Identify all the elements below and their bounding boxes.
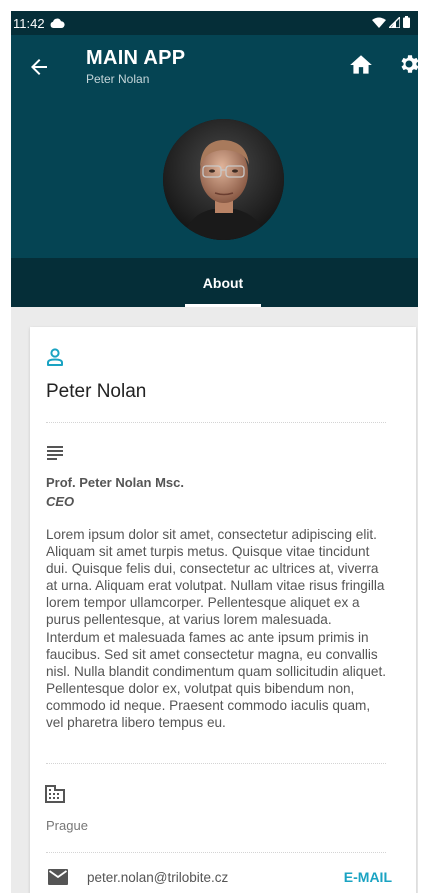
- tab-indicator: [185, 304, 261, 307]
- back-button[interactable]: [27, 55, 51, 79]
- profile-bio: Lorem ipsum dolor sit amet, consectetur …: [46, 527, 387, 731]
- status-right: [372, 14, 410, 31]
- divider: [46, 852, 386, 853]
- building-icon: [45, 785, 65, 803]
- profile-name: Peter Nolan: [46, 381, 147, 402]
- battery-icon: [403, 15, 410, 31]
- app-title: MAIN APP: [86, 47, 186, 69]
- home-icon: [350, 55, 372, 74]
- cloud-icon: [50, 16, 65, 31]
- app-subtitle: Peter Nolan: [86, 72, 150, 86]
- divider: [46, 763, 386, 764]
- avatar-portrait: [163, 119, 284, 240]
- gear-icon: [401, 55, 418, 73]
- profile-card: Peter Nolan Prof. Peter Nolan Msc. CEO L…: [30, 327, 416, 893]
- home-button[interactable]: [348, 52, 374, 78]
- email-address: peter.nolan@trilobite.cz: [87, 870, 229, 885]
- profile-city: Prague: [46, 818, 88, 833]
- email-row[interactable]: peter.nolan@trilobite.cz E-MAIL: [46, 867, 392, 891]
- notes-icon: [47, 446, 63, 460]
- divider: [46, 422, 386, 423]
- phone-screen: 11:42 MAIN APP Peter Nolan About Peter N…: [11, 11, 418, 893]
- mail-icon: [48, 869, 68, 885]
- tab-about[interactable]: About: [185, 258, 261, 307]
- status-bar: 11:42: [11, 11, 418, 35]
- signal-icon: [387, 14, 401, 31]
- person-icon: [47, 348, 63, 366]
- avatar: [163, 119, 284, 240]
- tab-bar: About: [11, 258, 418, 307]
- back-arrow-icon: [31, 59, 47, 75]
- status-time: 11:42: [13, 15, 45, 31]
- email-button[interactable]: E-MAIL: [344, 869, 392, 885]
- status-left: 11:42: [13, 16, 65, 31]
- title-block: MAIN APP Peter Nolan: [86, 45, 185, 86]
- app-bar: MAIN APP Peter Nolan: [11, 35, 418, 258]
- settings-button[interactable]: [397, 52, 418, 78]
- tab-about-label: About: [202, 274, 244, 291]
- wifi-icon: [372, 16, 386, 31]
- profile-role: CEO: [46, 494, 75, 509]
- profile-title: Prof. Peter Nolan Msc.: [46, 475, 184, 490]
